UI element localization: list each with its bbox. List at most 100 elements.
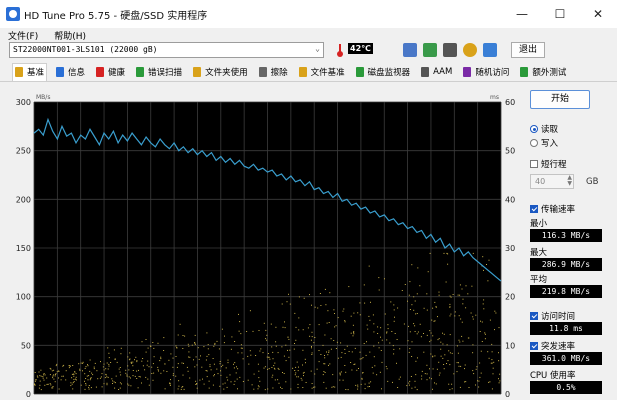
access-time-point bbox=[82, 361, 84, 363]
tab-random-access[interactable]: 随机访问 bbox=[461, 63, 511, 81]
access-time-point bbox=[295, 339, 297, 341]
access-time-point bbox=[99, 377, 101, 379]
access-time-point bbox=[100, 361, 101, 363]
tab-file-benchmark[interactable]: 文件基准 bbox=[297, 63, 347, 81]
tab-erase[interactable]: 擦除 bbox=[257, 63, 290, 81]
access-time-point bbox=[177, 363, 179, 365]
access-time-point bbox=[160, 372, 162, 374]
access-time-point bbox=[113, 381, 115, 383]
access-time-point bbox=[222, 364, 224, 366]
read-radio[interactable]: 读取 bbox=[530, 123, 558, 135]
access-time-point bbox=[408, 384, 410, 386]
access-time-point bbox=[357, 312, 359, 314]
access-time-point bbox=[125, 372, 127, 374]
access-time-point bbox=[335, 348, 337, 349]
access-time-point bbox=[70, 385, 72, 387]
access-time-point bbox=[302, 372, 304, 374]
access-time-point bbox=[288, 293, 289, 295]
access-time-point bbox=[333, 340, 335, 341]
short-stroke-value: 40 bbox=[535, 177, 546, 186]
write-radio[interactable]: 写入 bbox=[530, 137, 558, 149]
copy-info-icon[interactable] bbox=[403, 43, 417, 57]
maximize-button[interactable]: ☐ bbox=[541, 0, 579, 28]
access-time-point bbox=[398, 378, 400, 380]
access-time-point bbox=[193, 359, 194, 361]
menu-help[interactable]: 帮助(H) bbox=[54, 29, 86, 42]
access-time-point bbox=[353, 331, 355, 333]
transfer-rate-checkbox[interactable]: 传输速率 bbox=[530, 203, 575, 215]
access-time-point bbox=[430, 339, 432, 341]
access-time-point bbox=[208, 387, 210, 389]
access-time-checkbox[interactable]: 访问时间 bbox=[530, 310, 575, 322]
gb-unit-label: GB bbox=[586, 177, 599, 187]
access-time-point bbox=[95, 386, 97, 388]
access-time-point bbox=[409, 309, 411, 310]
access-time-point bbox=[227, 362, 229, 364]
access-time-point bbox=[227, 359, 229, 361]
access-time-point bbox=[145, 376, 147, 378]
minimize-button[interactable]: — bbox=[503, 0, 541, 28]
download-icon[interactable] bbox=[483, 43, 497, 57]
access-time-point bbox=[298, 329, 300, 331]
camera-icon[interactable] bbox=[443, 43, 457, 57]
access-time-point bbox=[367, 386, 369, 388]
access-time-point bbox=[35, 379, 37, 381]
access-time-point bbox=[116, 361, 118, 363]
access-time-point bbox=[231, 336, 233, 338]
access-time-point bbox=[351, 369, 353, 371]
tab-scan[interactable]: 错误扫描 bbox=[134, 63, 184, 81]
access-time-point bbox=[320, 354, 322, 355]
short-stroke-checkbox[interactable]: 短行程 bbox=[530, 158, 567, 170]
access-time-point bbox=[348, 351, 350, 352]
access-time-point bbox=[137, 387, 139, 389]
access-time-point bbox=[316, 368, 318, 370]
tab-info[interactable]: 信息 bbox=[54, 63, 87, 81]
access-time-point bbox=[92, 374, 94, 376]
access-time-point bbox=[489, 381, 491, 383]
start-button[interactable]: 开始 bbox=[530, 90, 590, 109]
tab-folder[interactable]: 文件夹使用 bbox=[191, 63, 250, 81]
access-time-point bbox=[408, 351, 410, 353]
access-time-point bbox=[216, 368, 218, 370]
exit-button[interactable]: 退出 bbox=[511, 42, 545, 58]
burst-rate-checkbox[interactable]: 突发速率 bbox=[530, 340, 575, 352]
access-time-point bbox=[153, 372, 155, 374]
spinner-arrows-icon[interactable]: ▲ ▼ bbox=[567, 175, 572, 187]
menu-file[interactable]: 文件(F) bbox=[8, 29, 38, 42]
access-time-point bbox=[285, 360, 287, 362]
copy-screenshot-icon[interactable] bbox=[423, 43, 437, 57]
access-time-point bbox=[226, 376, 228, 378]
access-time-point bbox=[323, 381, 325, 383]
access-time-point bbox=[366, 341, 367, 343]
access-time-point bbox=[148, 366, 150, 368]
access-time-point bbox=[429, 377, 430, 379]
access-time-point bbox=[187, 343, 189, 345]
tab-aam[interactable]: AAM bbox=[419, 63, 454, 81]
access-time-point bbox=[71, 373, 73, 375]
tab-benchmark[interactable]: 基准 bbox=[12, 62, 48, 81]
access-time-point bbox=[277, 367, 279, 369]
access-time-point bbox=[361, 377, 363, 379]
access-time-point bbox=[374, 365, 376, 367]
short-stroke-input[interactable]: 40 ▲ ▼ bbox=[530, 174, 574, 189]
close-button[interactable]: ✕ bbox=[579, 0, 617, 28]
drive-select[interactable]: ST22000NT001-3LS101 (22000 gB) ⌄ bbox=[9, 42, 324, 58]
access-time-point bbox=[365, 354, 367, 356]
access-time-point bbox=[179, 323, 181, 325]
access-time-point bbox=[310, 339, 312, 341]
access-time-point bbox=[72, 365, 74, 366]
tab-monitor[interactable]: 磁盘监视器 bbox=[354, 63, 413, 81]
access-time-point bbox=[222, 383, 224, 385]
access-time-point bbox=[378, 289, 380, 291]
access-time-point bbox=[356, 369, 358, 371]
access-time-point bbox=[75, 373, 77, 375]
access-time-point bbox=[303, 375, 304, 377]
options-icon[interactable] bbox=[463, 43, 477, 57]
access-time-point bbox=[487, 351, 489, 353]
access-time-point bbox=[472, 316, 474, 318]
access-time-point bbox=[491, 388, 493, 390]
access-time-point bbox=[82, 370, 83, 372]
tab-extra-tests[interactable]: 额外测试 bbox=[518, 63, 568, 81]
access-time-point bbox=[303, 297, 305, 299]
tab-health[interactable]: 健康 bbox=[94, 63, 127, 81]
